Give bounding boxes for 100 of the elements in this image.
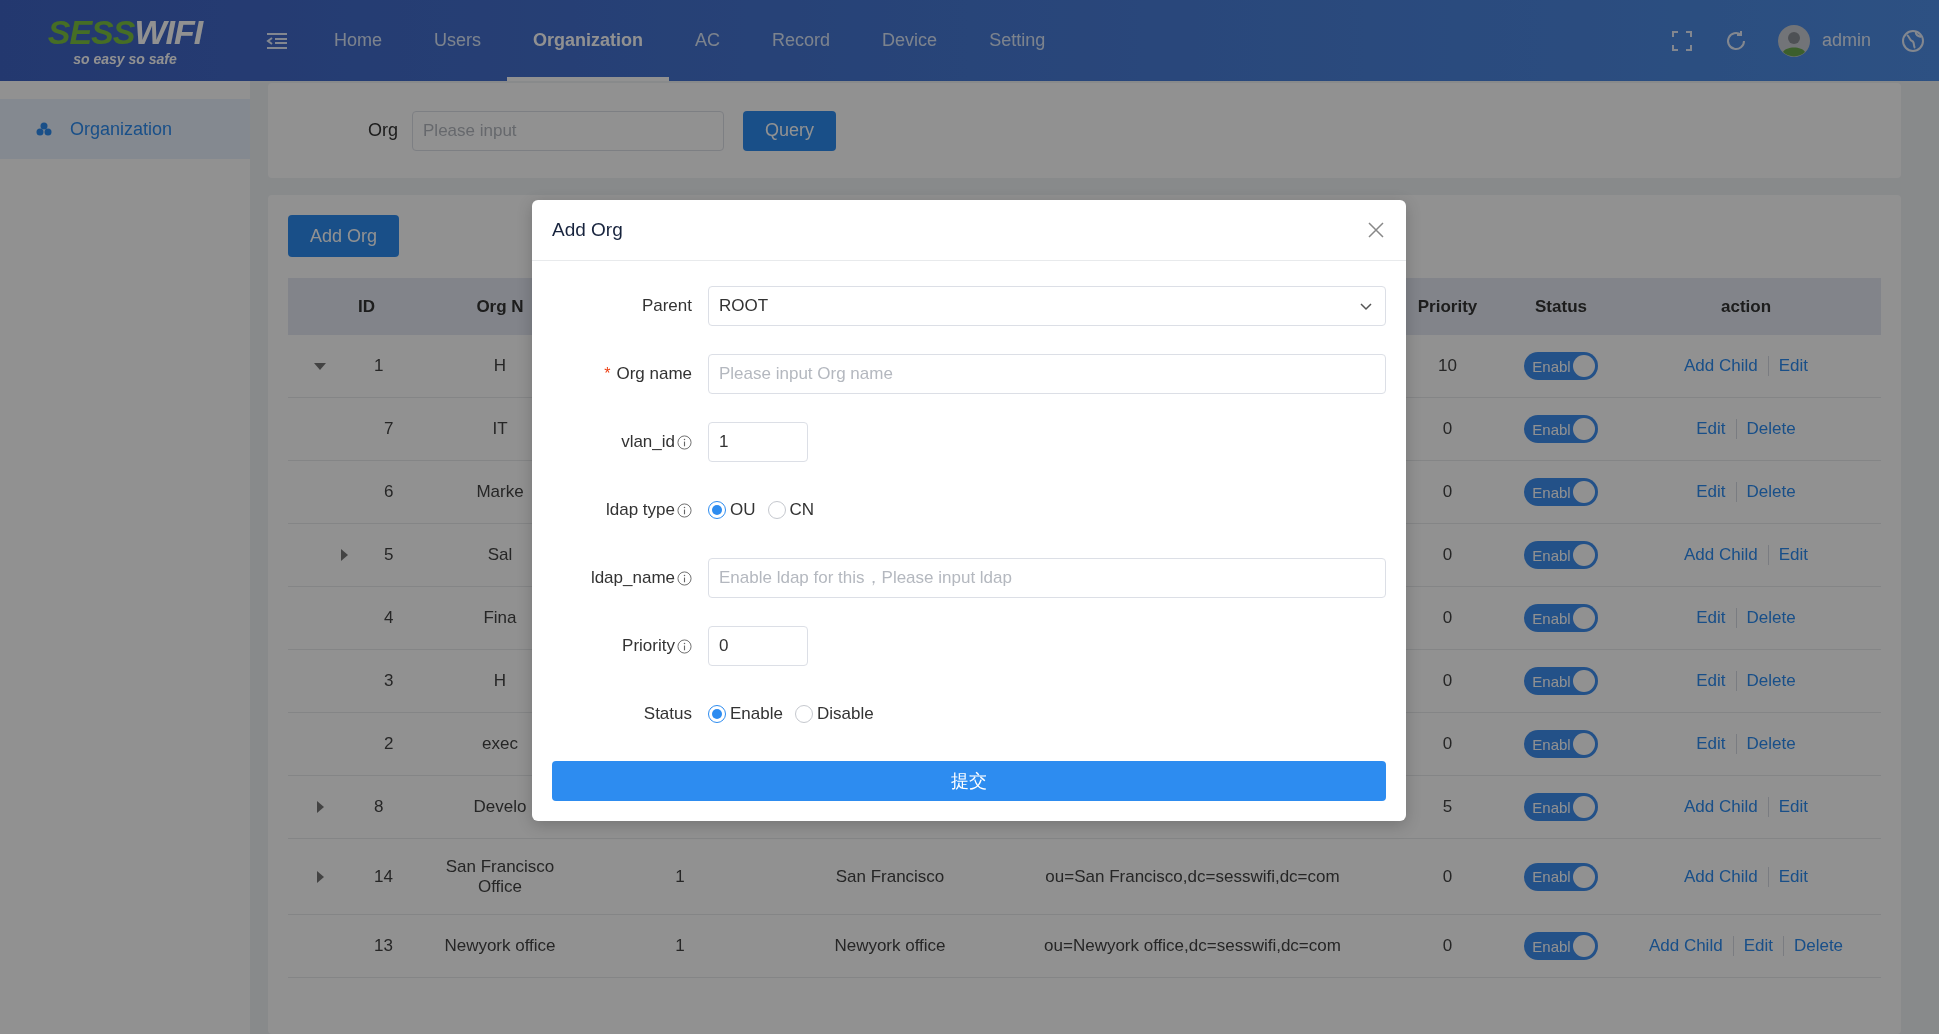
status-toggle[interactable]: Enabl: [1524, 541, 1598, 569]
priority-cell: 0: [1442, 671, 1453, 691]
id-cell: 7: [384, 419, 394, 439]
action-link[interactable]: Add Child: [1638, 936, 1733, 956]
action-link[interactable]: Edit: [1686, 734, 1736, 754]
submit-button[interactable]: 提交: [552, 761, 1386, 801]
nav-tab[interactable]: Home: [308, 0, 408, 81]
org-name-cell-text: San Francisco Office: [444, 856, 556, 897]
id-cell: 6: [384, 482, 394, 502]
info-icon: [677, 434, 692, 450]
id-cell: 4: [384, 608, 394, 628]
radio-option[interactable]: Disable: [794, 704, 874, 724]
action-link[interactable]: Delete: [1735, 671, 1806, 691]
search-label: Org: [368, 120, 398, 141]
org-name-cell: H: [493, 356, 507, 376]
fullscreen-icon[interactable]: [1669, 28, 1694, 53]
status-toggle[interactable]: Enabl: [1524, 352, 1598, 380]
status-toggle[interactable]: Enabl: [1524, 415, 1598, 443]
org-name-cell: exec: [482, 734, 518, 754]
status-toggle[interactable]: Enabl: [1524, 862, 1598, 891]
field-label: Priority: [622, 636, 675, 656]
column-header: Priority: [1417, 296, 1478, 317]
avatar-icon[interactable]: [1777, 24, 1810, 57]
priority-cell: 0: [1442, 482, 1453, 502]
table-cell: Newyork office: [834, 936, 946, 956]
column-header: Org N: [476, 296, 524, 317]
action-link[interactable]: Edit: [1686, 482, 1736, 502]
logo: SESSWIFI so easy so safe: [46, 14, 205, 67]
input-field[interactable]: 1: [708, 422, 808, 462]
status-toggle[interactable]: Enabl: [1524, 730, 1598, 758]
info-icon: [677, 570, 692, 586]
action-link[interactable]: Edit: [1686, 671, 1736, 691]
nav-tab[interactable]: AC: [669, 0, 747, 81]
status-toggle[interactable]: Enabl: [1524, 604, 1598, 632]
nav-tab[interactable]: Record: [746, 0, 857, 81]
priority-cell: 0: [1442, 545, 1453, 565]
id-cell: 13: [374, 936, 393, 956]
action-link[interactable]: Edit: [1767, 356, 1818, 376]
menu-icon[interactable]: [266, 31, 288, 50]
info-icon: [677, 638, 692, 654]
action-link[interactable]: Delete: [1735, 608, 1806, 628]
action-link[interactable]: Delete: [1735, 419, 1806, 439]
id-cell: 5: [384, 545, 394, 565]
status-toggle[interactable]: Enabl: [1524, 932, 1598, 960]
sidebar-item[interactable]: Organization: [0, 99, 250, 159]
priority-cell: 0: [1442, 419, 1453, 439]
nav-tab[interactable]: Setting: [963, 0, 1072, 81]
id-cell: 8: [374, 797, 384, 817]
id-cell: 14: [374, 866, 393, 887]
org-name-cell: IT: [492, 419, 508, 439]
action-link[interactable]: Edit: [1732, 936, 1783, 956]
add-org-button[interactable]: Add Org: [288, 215, 400, 257]
action-link[interactable]: Add Child: [1674, 797, 1768, 817]
priority-cell: 0: [1442, 734, 1453, 754]
dialog-title: Add Org: [552, 219, 623, 241]
table-cell: San Francisco: [835, 866, 945, 887]
table-cell: 1: [675, 866, 685, 887]
radio-option[interactable]: CN: [767, 500, 815, 520]
table-cell: 1: [675, 936, 685, 956]
input-field[interactable]: Enable ldap for this，Please input ldap: [708, 558, 1386, 598]
action-link[interactable]: Edit: [1686, 608, 1736, 628]
action-link[interactable]: Delete: [1735, 734, 1806, 754]
globe-icon[interactable]: [1901, 28, 1925, 53]
input-field[interactable]: Please input Org name: [708, 354, 1386, 394]
column-header: ID: [358, 296, 375, 317]
parent-select[interactable]: ROOT: [708, 286, 1386, 326]
status-toggle[interactable]: Enabl: [1524, 667, 1598, 695]
priority-cell: 5: [1442, 797, 1453, 817]
field-label: Status: [643, 704, 692, 724]
action-link[interactable]: Edit: [1767, 797, 1818, 817]
priority-cell: 10: [1438, 356, 1457, 376]
priority-cell: 0: [1442, 866, 1453, 887]
radio-option[interactable]: OU: [708, 500, 756, 520]
field-label: Org name: [616, 364, 692, 384]
action-link[interactable]: Edit: [1767, 545, 1818, 565]
action-link[interactable]: Add Child: [1674, 356, 1768, 376]
org-name-cell: Develo: [473, 797, 527, 817]
priority-cell: 0: [1442, 608, 1453, 628]
info-icon: [677, 502, 692, 518]
org-name-cell: Sal: [487, 545, 513, 565]
field-label: ldap_name: [590, 568, 675, 588]
action-link[interactable]: Edit: [1767, 866, 1818, 887]
query-button[interactable]: Query: [743, 110, 837, 151]
close-button[interactable]: [1366, 220, 1386, 240]
action-link[interactable]: Add Child: [1674, 545, 1768, 565]
user-name[interactable]: admin: [1821, 30, 1871, 51]
nav-tab[interactable]: Users: [408, 0, 508, 81]
action-link[interactable]: Add Child: [1674, 866, 1768, 887]
org-name-cell: Marke: [476, 482, 524, 502]
action-link[interactable]: Edit: [1686, 419, 1736, 439]
status-toggle[interactable]: Enabl: [1524, 478, 1598, 506]
priority-cell: 0: [1442, 936, 1453, 956]
radio-option[interactable]: Enable: [708, 704, 783, 724]
nav-tab[interactable]: Device: [856, 0, 964, 81]
status-toggle[interactable]: Enabl: [1524, 793, 1598, 821]
table-cell: ou=San Francisco,dc=sesswifi,dc=com: [1045, 866, 1340, 887]
action-link[interactable]: Delete: [1782, 936, 1854, 956]
action-link[interactable]: Delete: [1735, 482, 1806, 502]
field-label: ldap type: [606, 500, 675, 520]
input-field[interactable]: 0: [708, 626, 808, 666]
